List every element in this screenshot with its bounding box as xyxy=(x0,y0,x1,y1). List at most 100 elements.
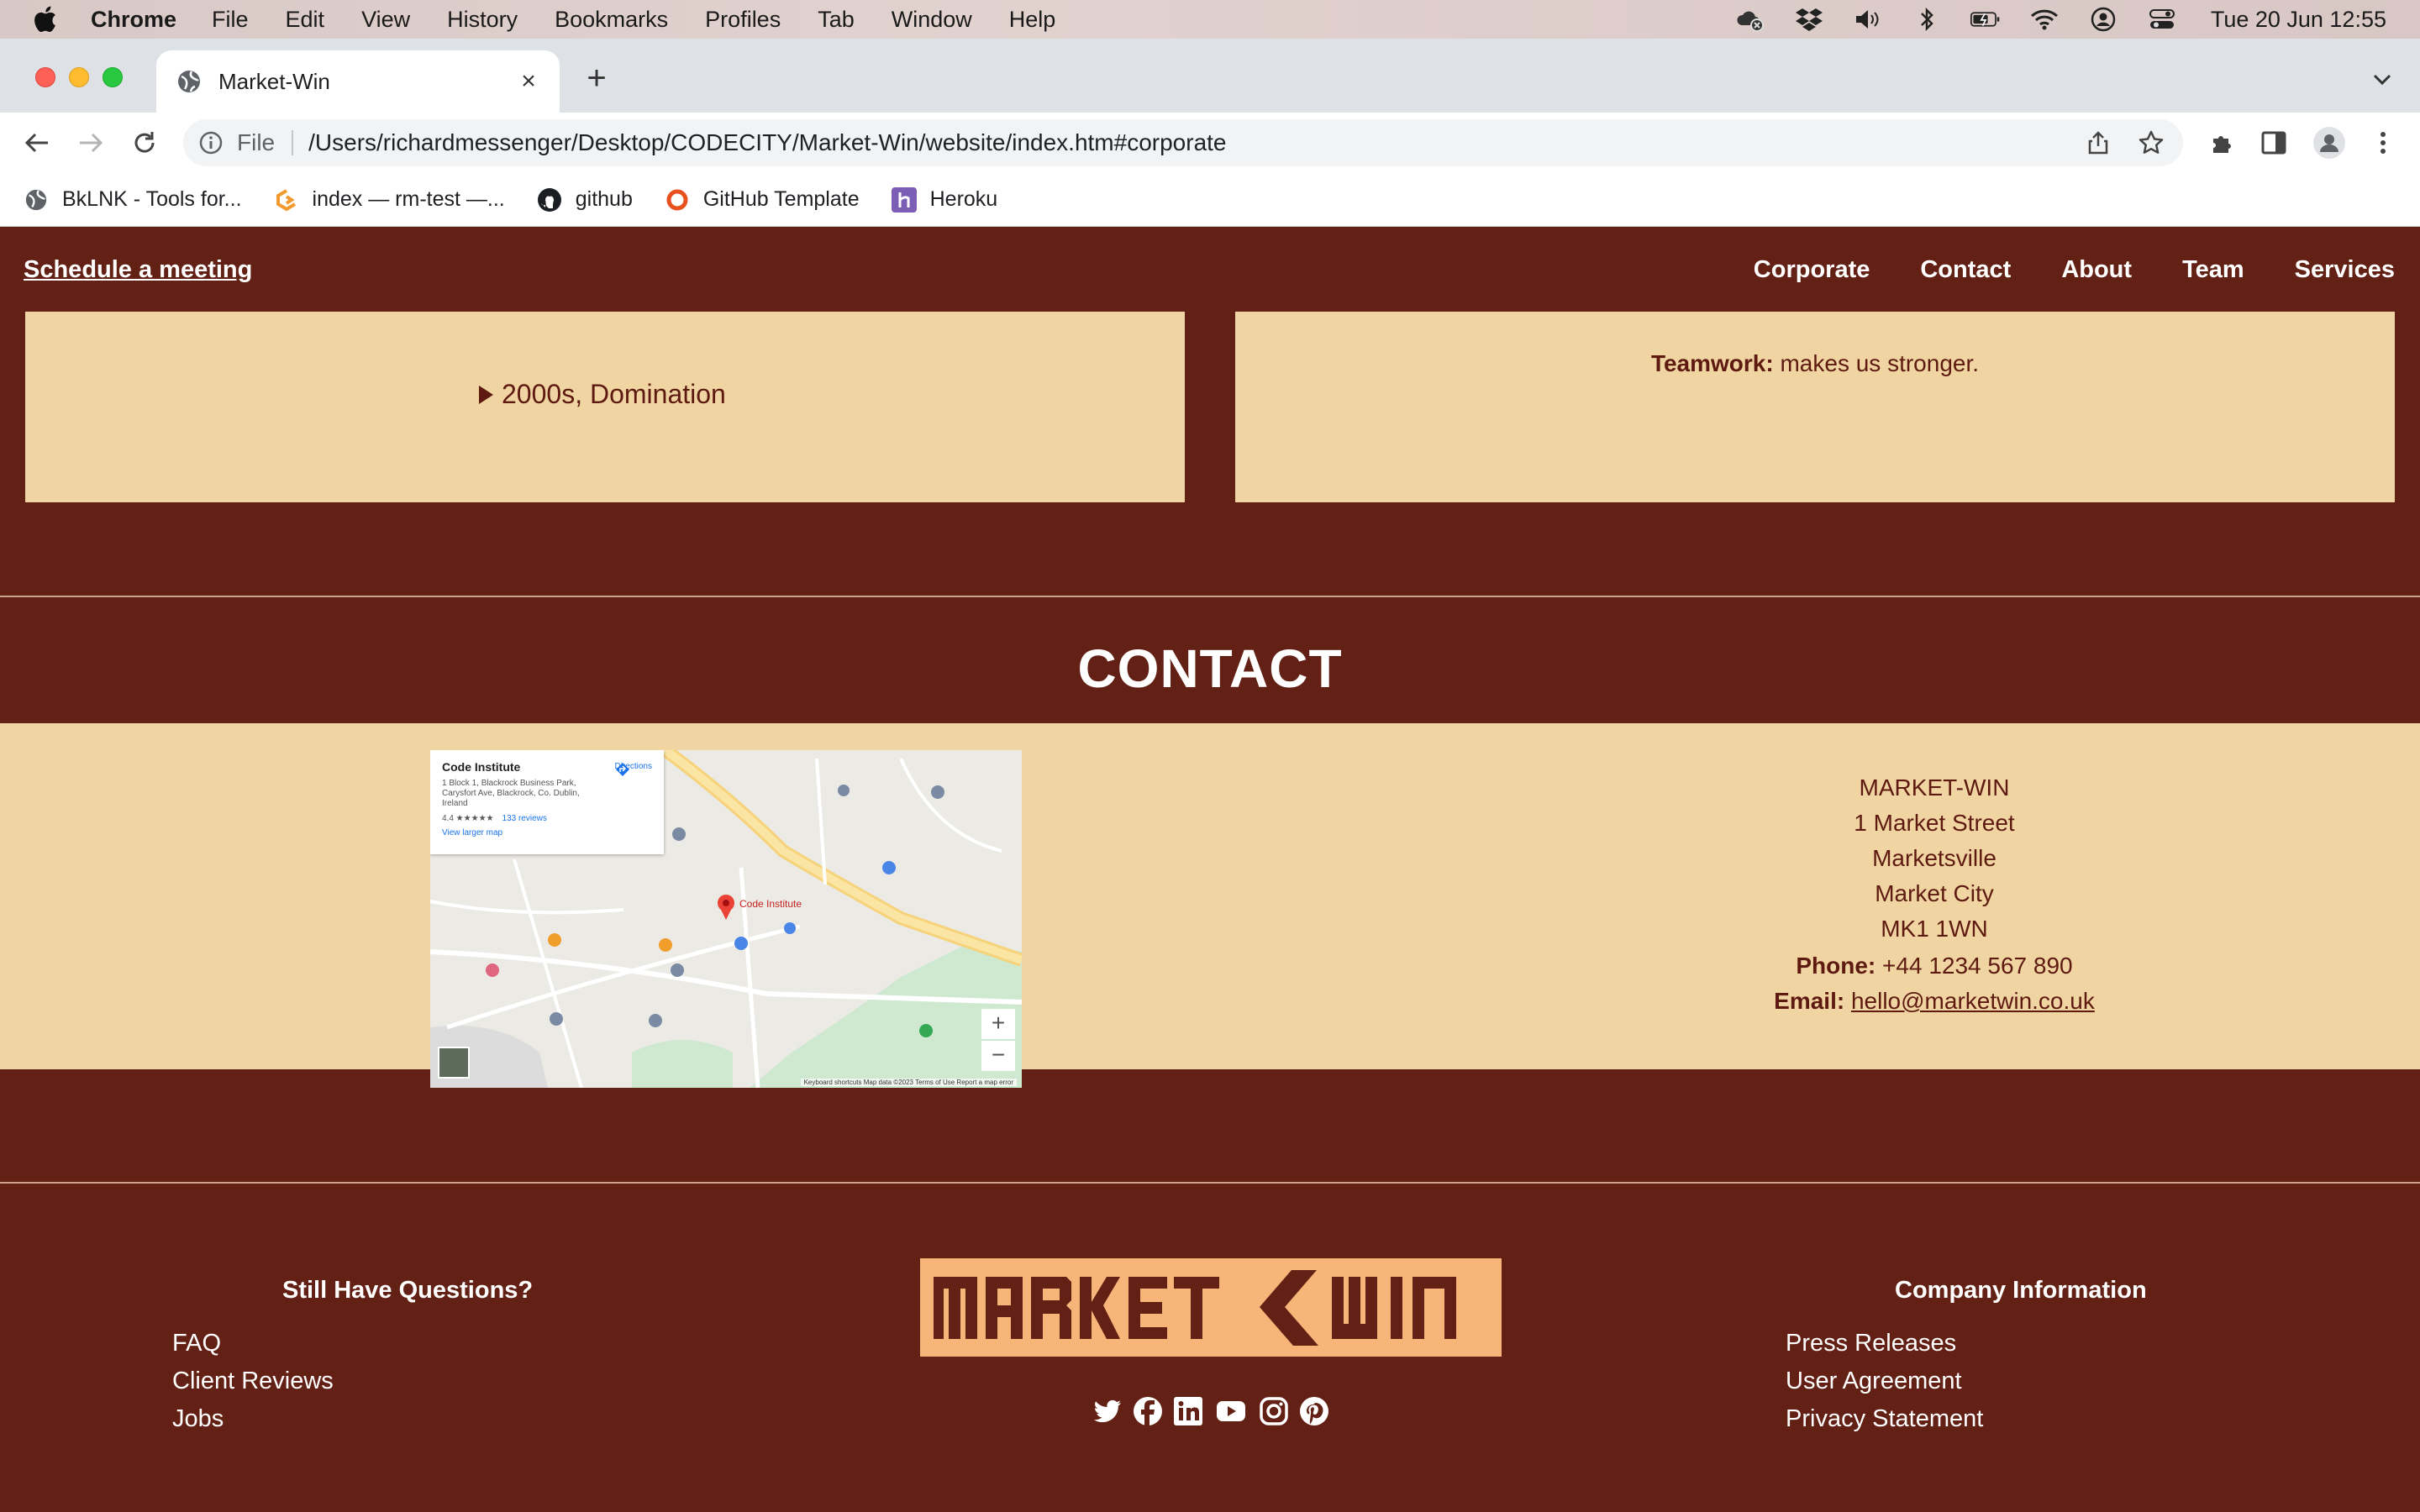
address-line: Market City xyxy=(1875,880,1994,906)
address-bar[interactable]: File /Users/richardmessenger/Desktop/COD… xyxy=(183,119,2183,166)
footer-link-faq[interactable]: FAQ xyxy=(172,1325,334,1362)
apple-icon[interactable] xyxy=(32,5,57,34)
volume-icon[interactable] xyxy=(1853,7,1883,32)
menu-help[interactable]: Help xyxy=(1009,7,1056,33)
tab-search-chevron-icon[interactable] xyxy=(2370,69,2395,89)
url-scheme-label: File xyxy=(237,129,276,155)
pinterest-icon[interactable] xyxy=(1299,1396,1329,1426)
share-icon[interactable] xyxy=(2086,130,2111,155)
macos-menubar: Chrome File Edit View History Bookmarks … xyxy=(0,0,2420,39)
profile-avatar[interactable] xyxy=(2312,126,2346,160)
bookmark-label: index — rm-test —... xyxy=(312,187,505,211)
control-center-icon[interactable] xyxy=(2147,7,2177,32)
bookmark-github[interactable]: github xyxy=(537,187,633,213)
back-arrow-icon[interactable] xyxy=(20,126,54,160)
creative-cloud-icon[interactable] xyxy=(1735,7,1765,32)
linkedin-icon[interactable] xyxy=(1173,1396,1203,1426)
globe-icon xyxy=(178,71,200,92)
nav-corporate[interactable]: Corporate xyxy=(1754,256,1870,284)
chrome-menu-kebab-icon[interactable] xyxy=(2366,126,2400,160)
map-place-label: Code Institute xyxy=(739,898,802,910)
footer-link-privacy-statement[interactable]: Privacy Statement xyxy=(1786,1400,1983,1438)
nav-contact[interactable]: Contact xyxy=(1920,256,2011,284)
wifi-icon[interactable] xyxy=(2029,7,2060,32)
teamwork-text: makes us stronger. xyxy=(1773,350,1980,376)
bluetooth-icon[interactable] xyxy=(1912,7,1942,32)
nav-team[interactable]: Team xyxy=(2182,256,2244,284)
footer-questions-title: Still Have Questions? xyxy=(282,1277,534,1304)
bookmark-star-icon[interactable] xyxy=(2138,129,2165,156)
address-line: Marketsville xyxy=(1872,845,1996,871)
window-minimize-button[interactable] xyxy=(69,67,89,87)
footer-link-user-agreement[interactable]: User Agreement xyxy=(1786,1362,1983,1400)
view-larger-map-link[interactable]: View larger map xyxy=(442,828,652,837)
menu-file[interactable]: File xyxy=(212,7,249,33)
address-line: MARKET-WIN xyxy=(1859,774,2010,801)
footer-link-client-reviews[interactable]: Client Reviews xyxy=(172,1362,334,1400)
map-zoom-out-button[interactable]: − xyxy=(981,1041,1015,1071)
extensions-puzzle-icon[interactable] xyxy=(2205,126,2238,160)
footer-company-title: Company Information xyxy=(1895,1277,2147,1304)
youtube-icon[interactable] xyxy=(1213,1396,1249,1426)
schedule-meeting-link[interactable]: Schedule a meeting xyxy=(24,256,252,284)
side-panel-icon[interactable] xyxy=(2257,126,2291,160)
value-teamwork: Teamwork: makes us stronger. xyxy=(1235,350,2395,377)
twitter-icon[interactable] xyxy=(1092,1396,1123,1426)
phone-line: Phone: +44 1234 567 890 xyxy=(1647,948,2222,984)
directions-icon xyxy=(615,763,629,776)
dropbox-icon[interactable] xyxy=(1794,7,1824,32)
window-close-button[interactable] xyxy=(35,67,55,87)
new-tab-button[interactable]: + xyxy=(580,61,613,96)
map-card-address: 1 Block 1, Blackrock Business Park, Cary… xyxy=(442,779,580,808)
address-line: MK1 1WN xyxy=(1881,916,1988,942)
page-viewport[interactable]: Schedule a meeting Corporate Contact Abo… xyxy=(0,228,2420,1512)
footer-link-jobs[interactable]: Jobs xyxy=(172,1400,334,1438)
footer-link-press-releases[interactable]: Press Releases xyxy=(1786,1325,1983,1362)
nav-about[interactable]: About xyxy=(2061,256,2132,284)
tab-title: Market-Win xyxy=(218,68,330,94)
menubar-status-area: Tue 20 Jun 12:55 xyxy=(1735,0,2420,39)
menu-bookmarks[interactable]: Bookmarks xyxy=(555,7,668,33)
forward-arrow-icon[interactable] xyxy=(74,126,108,160)
tab-close-icon[interactable]: × xyxy=(516,69,541,94)
map-attribution[interactable]: Keyboard shortcuts Map data ©2023 Terms … xyxy=(800,1079,1017,1086)
menubar-clock[interactable]: Tue 20 Jun 12:55 xyxy=(2211,7,2386,33)
contact-section: Code Institute Code Institute 1 Block 1,… xyxy=(0,723,2420,1088)
directions-link[interactable]: Directions xyxy=(615,762,652,776)
ring-icon xyxy=(665,187,690,213)
map-card-reviews-link[interactable]: 133 reviews xyxy=(502,814,547,823)
facebook-icon[interactable] xyxy=(1133,1396,1163,1426)
bookmark-index-rm-test[interactable]: index — rm-test —... xyxy=(274,187,505,213)
menu-window[interactable]: Window xyxy=(892,7,972,33)
bookmark-github-template[interactable]: GitHub Template xyxy=(665,187,860,213)
nav-services[interactable]: Services xyxy=(2295,256,2395,284)
menubar-app-name[interactable]: Chrome xyxy=(91,7,176,33)
bookmark-label: Heroku xyxy=(929,187,998,211)
bookmark-bklnk[interactable]: BkLNK - Tools for... xyxy=(24,187,242,213)
url-text[interactable]: /Users/richardmessenger/Desktop/CODECITY… xyxy=(308,129,1226,156)
email-link[interactable]: hello@marketwin.co.uk xyxy=(1851,988,2095,1014)
window-zoom-button[interactable] xyxy=(103,67,123,87)
info-icon[interactable] xyxy=(198,130,224,155)
menu-history[interactable]: History xyxy=(447,7,518,33)
history-card: 2000s, Domination xyxy=(25,312,1185,502)
phone-number: +44 1234 567 890 xyxy=(1876,953,2073,979)
menu-edit[interactable]: Edit xyxy=(286,7,325,33)
menu-view[interactable]: View xyxy=(361,7,410,33)
menu-profiles[interactable]: Profiles xyxy=(705,7,781,33)
map-zoom-in-button[interactable]: + xyxy=(981,1009,1015,1039)
chrome-tab-strip: Market-Win × + xyxy=(0,39,2420,113)
instagram-icon[interactable] xyxy=(1259,1396,1289,1426)
history-details-summary[interactable]: 2000s, Domination xyxy=(479,379,726,410)
email-line: Email: hello@marketwin.co.uk xyxy=(1647,984,2222,1019)
menu-tab[interactable]: Tab xyxy=(818,7,855,33)
bookmark-heroku[interactable]: Heroku xyxy=(891,186,998,213)
bookmark-label: BkLNK - Tools for... xyxy=(62,187,242,211)
tab-market-win[interactable]: Market-Win × xyxy=(156,50,560,113)
reload-icon[interactable] xyxy=(128,126,161,160)
bookmark-label: GitHub Template xyxy=(702,187,860,211)
battery-icon[interactable] xyxy=(1970,7,2001,32)
user-account-icon[interactable] xyxy=(2088,7,2118,32)
globe-icon xyxy=(24,187,49,213)
google-map-embed[interactable]: Code Institute Code Institute 1 Block 1,… xyxy=(430,750,1022,1088)
